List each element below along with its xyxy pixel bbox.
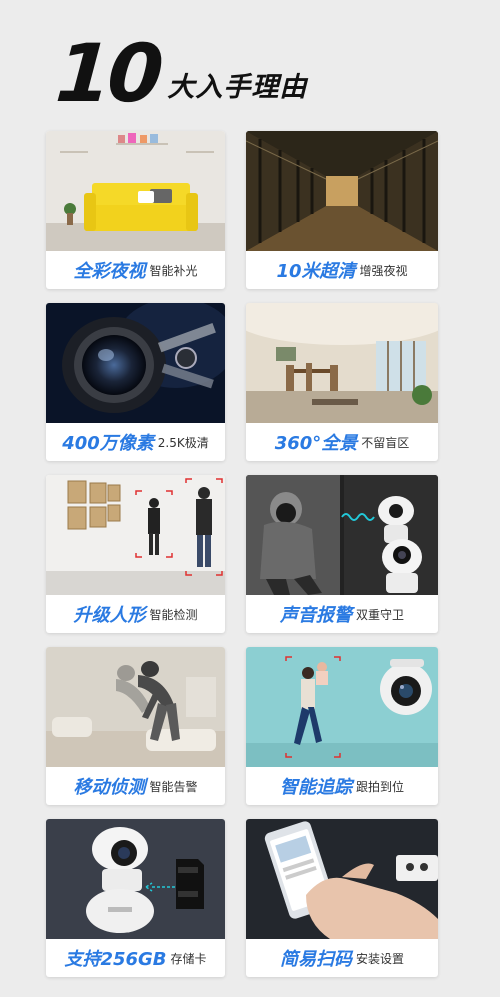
feature-caption: 智能追踪 跟拍到位 [246,767,438,805]
feature-title: 升级人形 [73,605,146,626]
headline-title: 大入手理由 [167,72,308,103]
feature-caption: 400万像素 2.5K极清 [46,423,225,461]
feature-subtitle: 双重守卫 [355,607,404,622]
feature-subtitle: 智能补光 [149,263,198,278]
feature-title: 移动侦测 [73,777,146,798]
feature-caption: 简易扫码 安装设置 [246,939,438,977]
feature-title: 400万像素 [62,433,154,454]
phone-in-hand-photo [246,819,438,939]
living-room-photo [46,131,225,251]
feature-card-smart-tracking: 智能追踪 跟拍到位 [246,647,438,805]
feature-subtitle: 不留盲区 [361,435,410,450]
feature-card-10m-hd: 10米超清 增强夜视 [246,131,438,289]
corridor-photo [246,131,438,251]
gallery-detection-photo [46,475,225,595]
camera-sd-card-photo [46,819,225,939]
feature-caption: 360°全景 不留盲区 [246,423,438,461]
feature-card-motion-detection: 移动侦测 智能告警 [46,647,225,805]
feature-title: 支持256GB [64,949,167,970]
feature-subtitle: 智能检测 [149,607,198,622]
feature-card-sound-alarm: 声音报警 双重守卫 [246,475,438,633]
page-header: 10 大入手理由 [52,27,308,120]
feature-title: 智能追踪 [279,777,352,798]
feature-card-easy-scan: 简易扫码 安装设置 [246,819,438,977]
feature-subtitle: 跟拍到位 [355,779,404,794]
feature-title: 声音报警 [279,605,352,626]
hooded-figure-photo [246,475,438,595]
feature-card-256gb-storage: 支持256GB 存储卡 [46,819,225,977]
motion-photo [46,647,225,767]
dining-hall-photo [246,303,438,423]
feature-card-night-vision: 全彩夜视 智能补光 [46,131,225,289]
feature-caption: 全彩夜视 智能补光 [46,251,225,289]
feature-caption: 升级人形 智能检测 [46,595,225,633]
feature-card-human-detection: 升级人形 智能检测 [46,475,225,633]
feature-title: 全彩夜视 [73,261,146,282]
tracking-photo [246,647,438,767]
feature-card-360-panorama: 360°全景 不留盲区 [246,303,438,461]
feature-subtitle: 存储卡 [170,951,207,966]
feature-subtitle: 安装设置 [355,951,404,966]
feature-caption: 声音报警 双重守卫 [246,595,438,633]
feature-card-4mp: 400万像素 2.5K极清 [46,303,225,461]
feature-grid: 全彩夜视 智能补光 10米超清 增强夜视 400万像素 2.5K极清 360°全… [46,131,453,977]
feature-title: 简易扫码 [279,949,352,970]
headline-number: 10 [52,27,163,120]
feature-title: 360°全景 [274,433,358,454]
feature-subtitle: 2.5K极清 [157,435,209,450]
camera-lens-photo [46,303,225,423]
feature-caption: 10米超清 增强夜视 [246,251,438,289]
feature-subtitle: 智能告警 [149,779,198,794]
feature-subtitle: 增强夜视 [359,263,408,278]
feature-title: 10米超清 [276,261,356,282]
feature-caption: 移动侦测 智能告警 [46,767,225,805]
feature-caption: 支持256GB 存储卡 [46,939,225,977]
